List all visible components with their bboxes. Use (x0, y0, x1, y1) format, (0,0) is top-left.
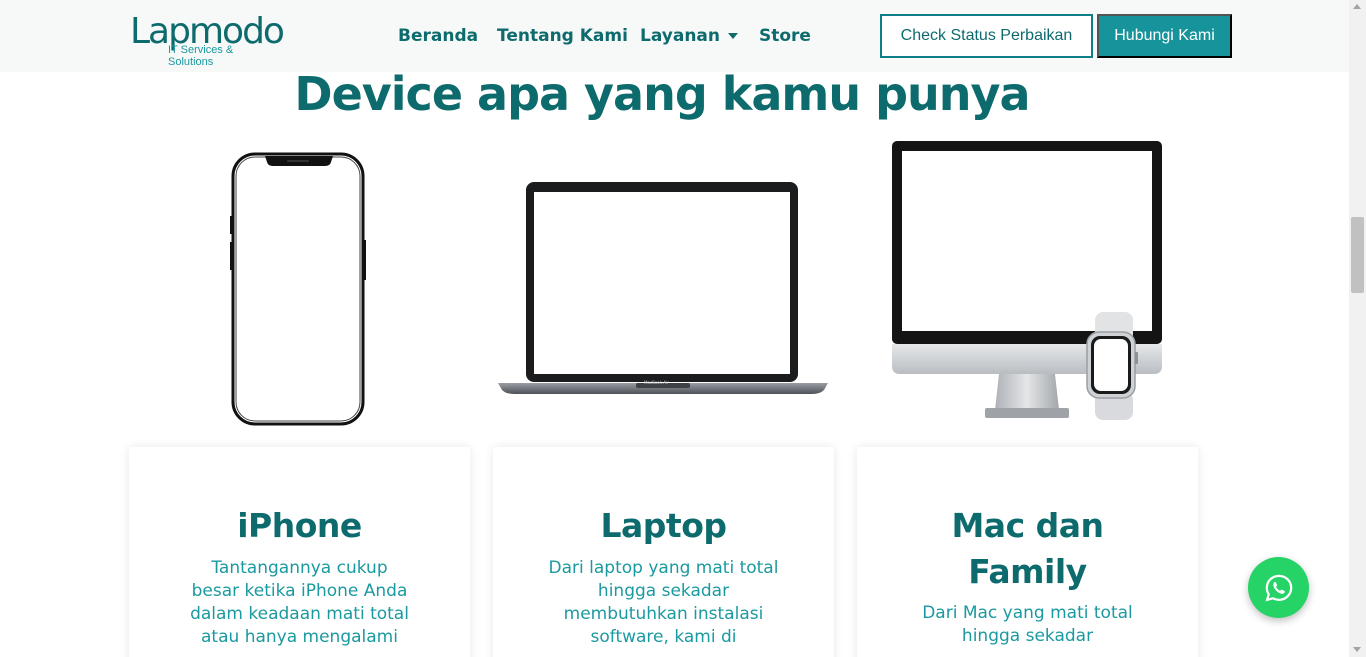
nav-link-beranda[interactable]: Beranda (398, 25, 478, 47)
card-text-iphone: Tantangannya cukup besar ketika iPhone A… (180, 557, 420, 649)
card-title-laptop: Laptop (600, 506, 728, 545)
device-card-mac[interactable]: Mac dan Family Dari Mac yang mati total … (857, 447, 1198, 657)
card-title-iphone: iPhone (237, 506, 362, 545)
card-text-line: Tantangannya cukup (211, 558, 388, 578)
card-text-line: hingga sekadar (961, 626, 1094, 646)
scroll-down-arrow-icon[interactable] (1353, 647, 1361, 652)
check-status-button[interactable]: Check Status Perbaikan (880, 14, 1093, 58)
device-card-laptop[interactable]: Laptop Dari laptop yang mati total hingg… (493, 447, 834, 657)
card-text-line: software, kami di (590, 627, 737, 647)
card-text-line: Dari laptop yang mati total (548, 558, 779, 578)
whatsapp-button[interactable] (1248, 557, 1309, 618)
iphone-image (229, 150, 369, 430)
lapmodo-logo[interactable]: Lapmodo IT Services & Solutions (130, 12, 285, 69)
card-text-line: dalam keadaan mati total (190, 604, 409, 624)
nav-link-layanan[interactable]: Layanan (640, 25, 739, 47)
card-text-line: hingga sekadar (597, 581, 730, 601)
card-text-laptop: Dari laptop yang mati total hingga sekad… (544, 557, 784, 649)
card-title-line: Family (968, 552, 1087, 591)
card-text-mac: Dari Mac yang mati total hingga sekadar (908, 602, 1148, 648)
card-text-line: Dari Mac yang mati total (922, 603, 1133, 623)
scrollbar-thumb[interactable] (1351, 217, 1364, 293)
imac-watch-image (891, 140, 1166, 422)
contact-button[interactable]: Hubungi Kami (1097, 14, 1232, 58)
card-text-line: atau hanya mengalami (201, 627, 398, 647)
nav-link-layanan-label: Layanan (640, 26, 721, 46)
macbook-screen-label: MacBook Air (644, 380, 669, 385)
nav-link-tentang-kami[interactable]: Tentang Kami (497, 25, 628, 47)
nav-link-store[interactable]: Store (759, 25, 811, 47)
card-title-line: Mac dan (951, 506, 1104, 545)
navbar: Lapmodo IT Services & Solutions Beranda … (0, 0, 1349, 72)
card-text-line: besar ketika iPhone Anda (191, 581, 408, 601)
scrollbar-track[interactable] (1349, 0, 1366, 657)
macbook-image: MacBook Air (494, 178, 832, 396)
logo-tagline: IT Services & Solutions (168, 44, 234, 68)
card-title-mac: Mac dan Family (857, 503, 1198, 595)
card-text-line: membutuhkan instalasi (563, 604, 764, 624)
device-card-iphone[interactable]: iPhone Tantangannya cukup besar ketika i… (129, 447, 470, 657)
chevron-down-icon (728, 33, 739, 39)
whatsapp-icon (1264, 573, 1294, 603)
scroll-up-arrow-icon[interactable] (1353, 4, 1361, 9)
